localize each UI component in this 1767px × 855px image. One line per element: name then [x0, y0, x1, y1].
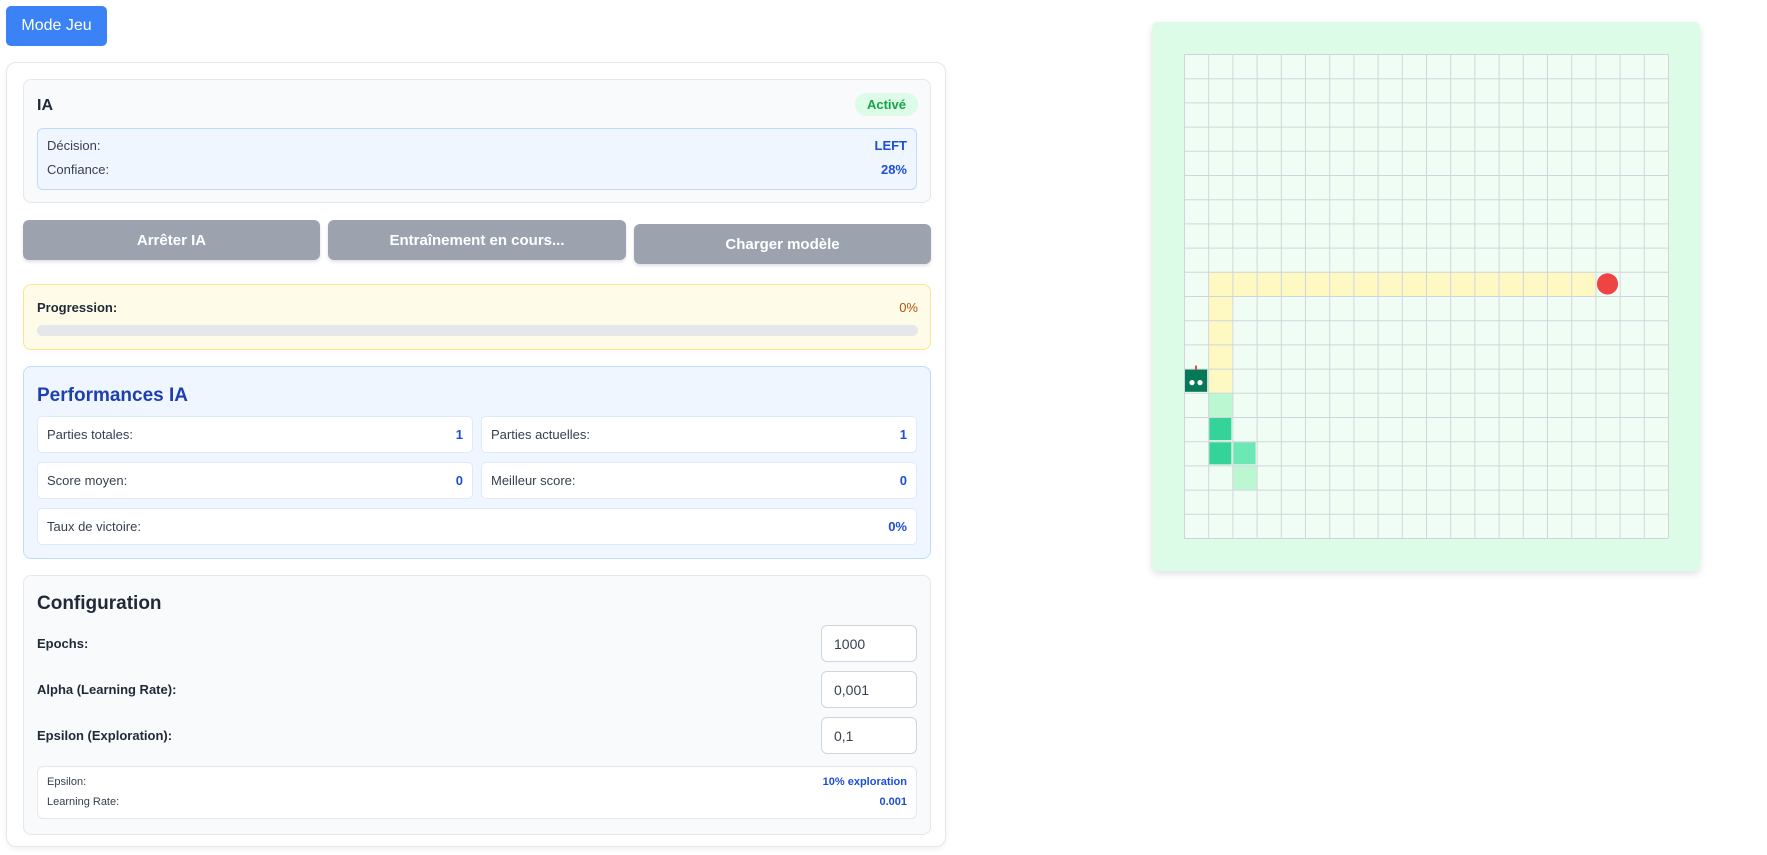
ai-control-panel: IA Activé Décision: LEFT Confiance: 28% …	[6, 62, 946, 847]
stat-label: Parties totales:	[47, 427, 133, 442]
stat-label: Taux de victoire:	[47, 519, 141, 534]
epochs-label: Epochs:	[37, 636, 89, 651]
epsilon-summary-value: 10% exploration	[822, 776, 907, 788]
training-button[interactable]: Entraînement en cours...	[328, 220, 626, 260]
stat-win-rate: Taux de victoire: 0%	[37, 508, 917, 545]
path-cell	[1305, 271, 1330, 296]
progress-card: Progression: 0%	[23, 284, 931, 350]
snake-grid	[1184, 54, 1669, 539]
confidence-row: Confiance: 28%	[47, 162, 907, 180]
path-cell	[1208, 320, 1233, 345]
path-cell	[1232, 271, 1257, 296]
stop-ai-button[interactable]: Arrêter IA	[23, 220, 320, 260]
decision-label: Décision:	[47, 138, 101, 153]
decision-row: Décision: LEFT	[47, 138, 907, 156]
snake-tongue	[1195, 365, 1197, 370]
food-apple	[1596, 273, 1619, 295]
confidence-value: 28%	[880, 162, 907, 177]
progress-bar	[37, 325, 918, 336]
snake-trail-cell	[1232, 465, 1257, 490]
path-cell	[1522, 271, 1547, 296]
stat-total-games: Parties totales: 1	[37, 416, 473, 453]
path-cell	[1377, 271, 1402, 296]
snake-body-segment	[1209, 418, 1232, 441]
decision-box: Décision: LEFT Confiance: 28%	[37, 128, 917, 190]
stat-label: Parties actuelles:	[491, 427, 590, 442]
progress-label: Progression:	[37, 300, 118, 315]
path-cell	[1353, 271, 1378, 296]
performance-title: Performances IA	[37, 385, 189, 406]
progress-value: 0%	[899, 300, 918, 315]
epsilon-label: Epsilon (Exploration):	[37, 728, 173, 743]
stat-current-games: Parties actuelles: 1	[481, 416, 917, 453]
stat-value: 0	[899, 473, 907, 488]
ai-status-card: IA Activé Décision: LEFT Confiance: 28%	[23, 79, 931, 203]
path-cell	[1208, 271, 1233, 296]
decision-value: LEFT	[874, 138, 908, 153]
path-cell	[1208, 368, 1233, 393]
stat-value: 1	[899, 427, 907, 442]
epochs-input[interactable]	[821, 625, 917, 662]
stat-label: Score moyen:	[47, 473, 128, 488]
path-cell	[1426, 271, 1451, 296]
stat-value: 0%	[888, 519, 907, 534]
confidence-label: Confiance:	[47, 162, 110, 177]
path-cell	[1208, 344, 1233, 369]
snake-eye	[1197, 380, 1203, 386]
learning-rate-summary-value: 0.001	[879, 796, 907, 808]
stat-value: 1	[455, 427, 463, 442]
path-cell	[1256, 271, 1281, 296]
epsilon-input[interactable]	[821, 717, 917, 754]
stat-best-score: Meilleur score: 0	[481, 462, 917, 499]
snake-trail-cell	[1208, 392, 1233, 417]
game-board	[1152, 22, 1700, 571]
ai-title: IA	[37, 97, 53, 114]
mode-jeu-button[interactable]: Mode Jeu	[6, 6, 107, 46]
alpha-label: Alpha (Learning Rate):	[37, 682, 177, 697]
epsilon-summary-label: Epsilon:	[47, 776, 87, 788]
path-cell	[1571, 271, 1596, 296]
snake-body-segment	[1209, 442, 1232, 465]
stat-avg-score: Score moyen: 0	[37, 462, 473, 499]
path-cell	[1450, 271, 1475, 296]
stat-label: Meilleur score:	[491, 473, 576, 488]
path-cell	[1547, 271, 1572, 296]
snake-head	[1185, 369, 1208, 392]
path-cell	[1280, 271, 1305, 296]
path-cell	[1208, 296, 1233, 321]
stat-value: 0	[455, 473, 463, 488]
configuration-title: Configuration	[37, 593, 162, 614]
alpha-input[interactable]	[821, 671, 917, 708]
path-cell	[1474, 271, 1499, 296]
config-summary: Epsilon: 10% exploration Learning Rate: …	[37, 766, 917, 819]
configuration-card: Configuration Epochs: Alpha (Learning Ra…	[23, 575, 931, 835]
snake-body-segment	[1233, 442, 1256, 465]
status-badge: Activé	[854, 93, 918, 116]
path-cell	[1498, 271, 1523, 296]
load-model-button[interactable]: Charger modèle	[634, 224, 931, 264]
path-cell	[1329, 271, 1354, 296]
performance-card: Performances IA Parties totales: 1 Parti…	[23, 366, 931, 559]
path-cell	[1401, 271, 1426, 296]
snake-eye	[1189, 380, 1195, 386]
learning-rate-summary-label: Learning Rate:	[47, 796, 120, 808]
